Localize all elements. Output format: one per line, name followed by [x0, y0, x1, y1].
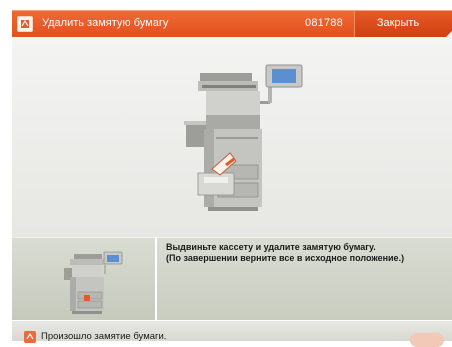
printer-thumbnail-panel [12, 237, 157, 320]
printer-cassette-illustration [184, 64, 303, 211]
close-button-label: Закрыть [376, 17, 420, 29]
paper-jam-screen: Удалить замятую бумагу 081788 Закрыть Вы… [0, 0, 452, 347]
error-code: 081788 [305, 17, 343, 29]
status-message: Произошло замятие бумаги. [41, 331, 167, 342]
paper-jam-icon [17, 16, 33, 32]
status-bar: Произошло замятие бумаги. [12, 320, 452, 347]
instruction-line-2: (По завершении верните все в исходное по… [166, 253, 405, 263]
page-title: Удалить замятую бумагу [42, 17, 169, 29]
instruction-line-1: Выдвиньте кассету и удалите замятую бума… [166, 242, 376, 252]
illustration-area [12, 37, 452, 237]
header-bar: Удалить замятую бумагу 081788 Закрыть [12, 10, 452, 38]
instruction-text: Выдвиньте кассету и удалите замятую бума… [166, 242, 404, 264]
instruction-panel: Выдвиньте кассету и удалите замятую бума… [157, 237, 452, 320]
close-button[interactable]: Закрыть [354, 11, 452, 38]
status-monitor-button[interactable] [410, 333, 444, 347]
error-icon [24, 331, 36, 343]
printer-thumbnail [64, 251, 123, 314]
